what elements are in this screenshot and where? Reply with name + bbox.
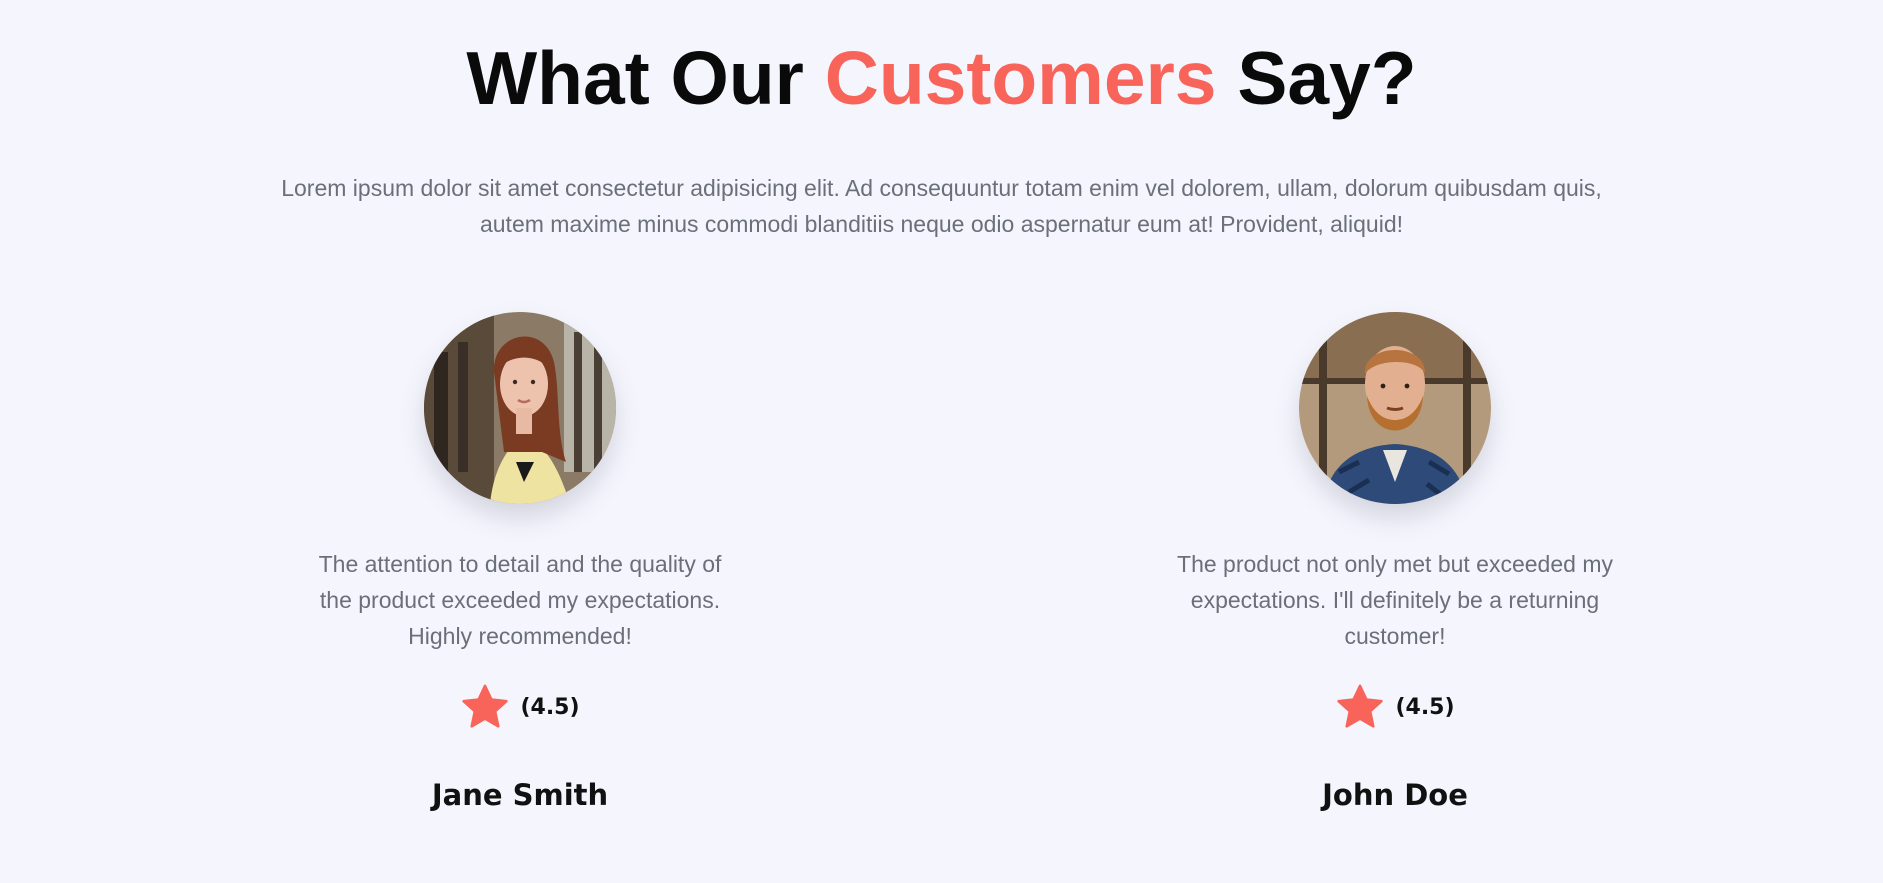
testimonial-card: The attention to detail and the quality … xyxy=(300,312,740,812)
section-title: What Our Customers Say? xyxy=(0,36,1883,120)
woman-portrait-image xyxy=(424,312,616,504)
testimonials-section: What Our Customers Say? Lorem ipsum dolo… xyxy=(0,0,1883,883)
testimonial-card: The product not only met but exceeded my… xyxy=(1175,312,1615,812)
title-accent: Customers xyxy=(824,36,1217,120)
star-icon xyxy=(1337,684,1384,728)
man-portrait-image xyxy=(1299,312,1491,504)
customer-name: John Doe xyxy=(1322,778,1468,812)
title-part-2: Say? xyxy=(1216,36,1417,120)
star-icon xyxy=(462,684,509,728)
avatar xyxy=(1299,312,1491,504)
rating-value: (4.5) xyxy=(520,694,580,720)
title-part-1: What Our xyxy=(466,36,825,120)
customer-name: Jane Smith xyxy=(431,778,609,812)
rating: (4.5) xyxy=(1175,680,1615,734)
testimonial-quote: The product not only met but exceeded my… xyxy=(1177,551,1613,649)
testimonial-quote: The attention to detail and the quality … xyxy=(318,551,722,649)
avatar xyxy=(424,312,616,504)
section-intro: Lorem ipsum dolor sit amet consectetur a… xyxy=(281,175,1602,237)
rating-value: (4.5) xyxy=(1395,694,1455,720)
rating: (4.5) xyxy=(300,680,740,734)
